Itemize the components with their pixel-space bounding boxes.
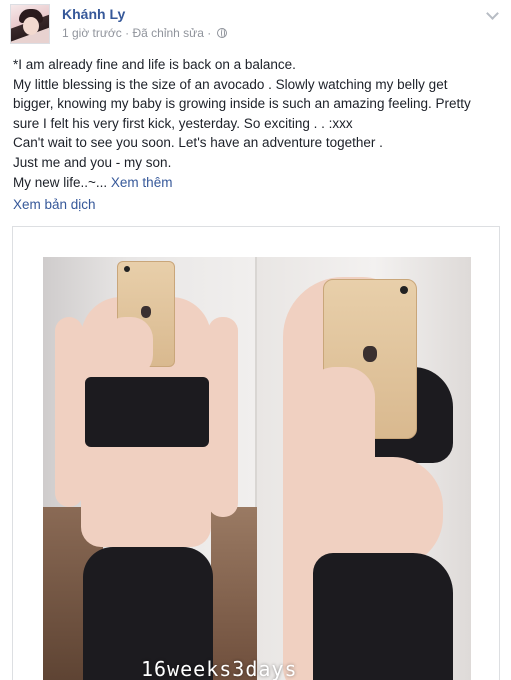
photo-container[interactable]: 16weeks3days (12, 226, 500, 680)
facebook-post: Khánh Ly 1 giờ trước · Đã chỉnh sửa · *I… (0, 0, 511, 680)
left-figure-right-arm (208, 317, 238, 517)
translate-link[interactable]: Xem bản dịch (13, 197, 96, 212)
post-line: My little blessing is the size of an avo… (13, 76, 448, 92)
see-more-link[interactable]: Xem thêm (111, 175, 173, 190)
post-line: *I am already fine and life is back on a… (13, 57, 296, 72)
post-photo[interactable]: 16weeks3days (43, 257, 471, 680)
apple-logo-icon (363, 346, 377, 363)
post-line: sure I felt his very first kick, yesterd… (13, 115, 353, 131)
right-figure-hand (305, 367, 375, 487)
post-line: Can't wait to see you soon. Let's have a… (13, 135, 383, 151)
right-figure-pants (313, 553, 453, 680)
left-figure-arm (55, 317, 83, 507)
left-figure-top (85, 377, 209, 447)
floor-right (211, 507, 257, 680)
chevron-down-icon[interactable] (485, 8, 499, 22)
avatar-face (23, 17, 39, 35)
author-avatar[interactable] (10, 4, 50, 44)
post-timestamp[interactable]: 1 giờ trước (62, 26, 122, 40)
post-line-prefix: My new life..~... (13, 174, 111, 190)
post-line: bigger, knowing my baby is growing insid… (13, 96, 471, 112)
post-line: Just me and you - my son. (13, 154, 172, 170)
meta-separator: · (203, 26, 215, 40)
post-meta: 1 giờ trước · Đã chỉnh sửa · (62, 26, 227, 40)
globe-icon[interactable] (216, 28, 227, 38)
post-header: Khánh Ly 1 giờ trước · Đã chỉnh sửa · (10, 4, 501, 44)
apple-logo-icon (141, 305, 151, 318)
post-line-last: My new life..~... Xem thêm (13, 173, 503, 193)
post-body: *I am already fine and life is back on a… (13, 55, 503, 192)
author-name[interactable]: Khánh Ly (62, 6, 125, 22)
camera-icon (400, 286, 408, 294)
edited-label[interactable]: Đã chỉnh sửa (132, 26, 203, 40)
camera-icon (124, 266, 130, 272)
photo-watermark: 16weeks3days (141, 657, 298, 680)
meta-separator: · (121, 26, 133, 40)
left-figure-hand (103, 317, 153, 377)
